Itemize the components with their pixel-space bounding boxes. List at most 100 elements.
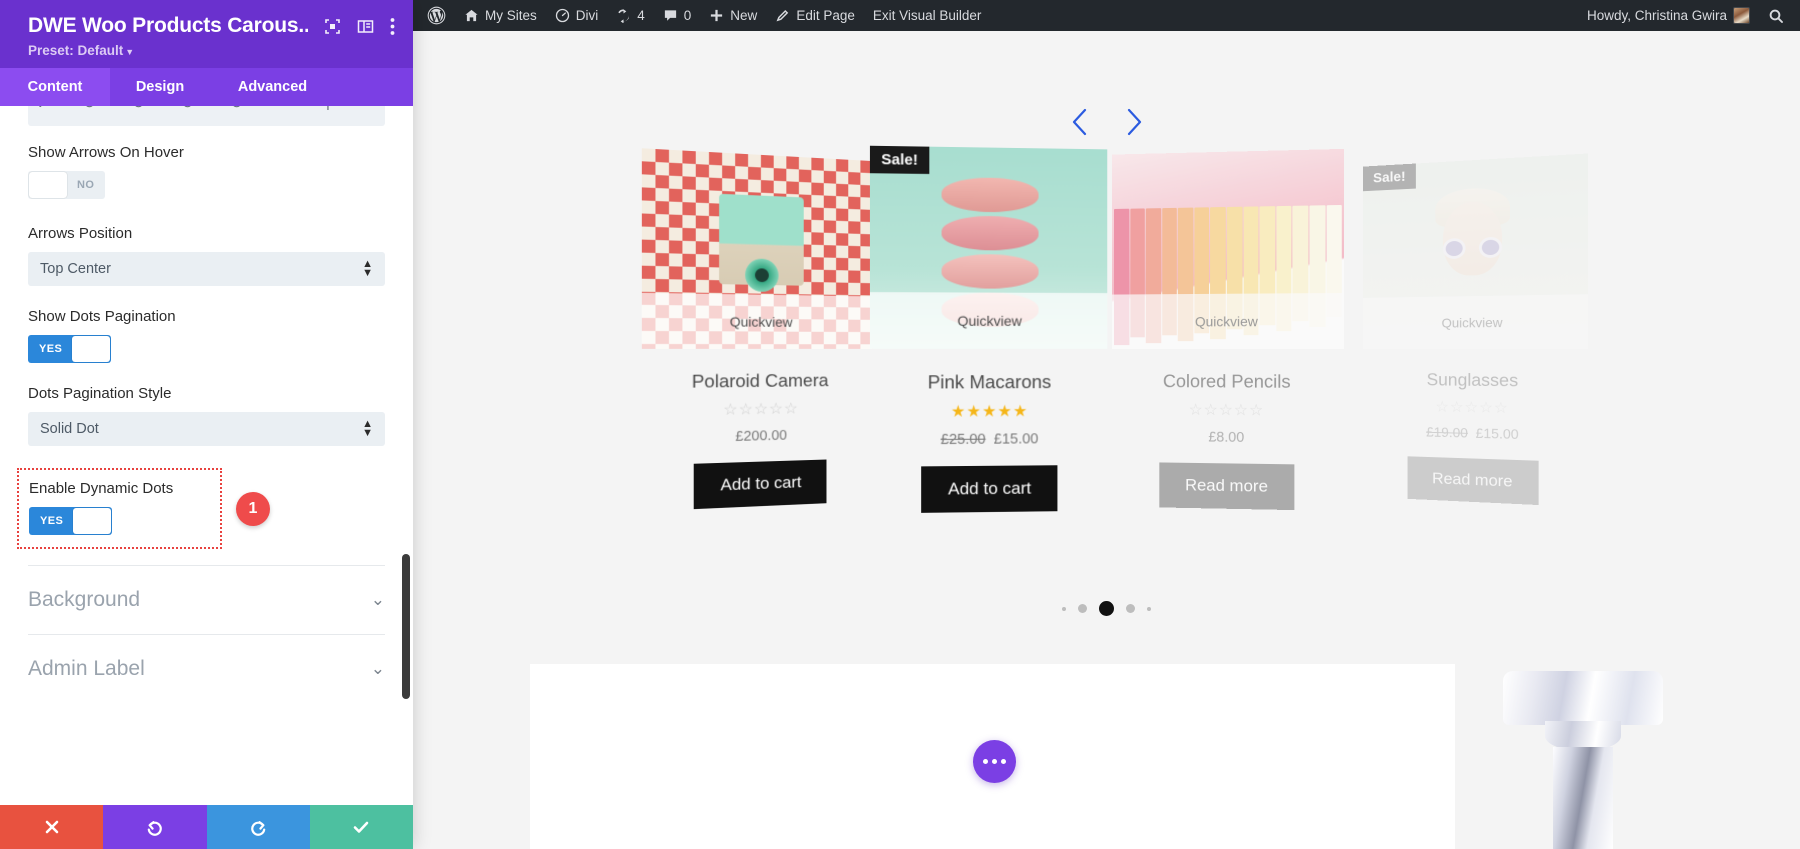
circle-icon-c[interactable]: ⊙ [230, 106, 243, 111]
toggle-knob [73, 508, 112, 534]
bar-icon[interactable]: | [326, 106, 330, 111]
product-title[interactable]: Pink Macarons [869, 371, 1106, 394]
split-view-icon[interactable] [357, 18, 374, 35]
adminbar-item-updates[interactable]: 4 [607, 0, 654, 31]
wordpress-admin-bar: My Sites Divi 4 0 New Edit Page Exit Vis… [413, 0, 1800, 31]
toggle-value: NO [77, 179, 95, 191]
close-icon[interactable]: ✕ [366, 106, 379, 111]
field-label: Show Arrows On Hover [28, 144, 184, 161]
wordpress-logo-icon[interactable] [413, 0, 455, 31]
quickview-overlay[interactable]: Quickview [641, 292, 873, 349]
product-rating: ☆☆☆☆☆ [1435, 399, 1509, 417]
carousel-dot-active[interactable] [1099, 601, 1114, 616]
select-value: Top Center [40, 261, 111, 277]
product-title[interactable]: Colored Pencils [1112, 370, 1344, 393]
chevron-left-icon[interactable] [1067, 106, 1093, 138]
arrows-position-select[interactable]: Top Center ▲ ▼ [28, 252, 385, 286]
carousel-dot[interactable] [1062, 606, 1066, 611]
product-rating: ☆☆☆☆☆ [1188, 402, 1264, 420]
field-enable-dynamic-dots: Enable Dynamic Dots YES [29, 480, 210, 535]
carousel-dot[interactable] [1078, 604, 1087, 613]
adminbar-label: Divi [575, 8, 599, 23]
product-title[interactable]: Polaroid Camera [641, 370, 873, 394]
product-card[interactable]: Sale! Quickview Pink Macarons ★★★★★ £25.… [869, 145, 1107, 514]
quickview-overlay[interactable]: Quickview [1111, 292, 1344, 349]
product-image-sunglasses[interactable]: Sale! Quickview [1362, 153, 1588, 349]
more-vertical-icon[interactable] [390, 17, 395, 36]
partial-icon-toolbar[interactable]: ⌄ ⊖ ⊙ ⊙ ⊙ ‹› | ✕ [28, 106, 385, 126]
adminbar-item-exit-visual-builder[interactable]: Exit Visual Builder [864, 0, 991, 31]
panel-tabs: Content Design Advanced [0, 68, 413, 106]
add-to-cart-button[interactable]: Add to cart [693, 459, 826, 510]
field-arrows-position: Arrows Position Top Center ▲ ▼ [28, 225, 385, 286]
carousel-dot[interactable] [1126, 604, 1135, 613]
accordion-title: Background [28, 588, 141, 611]
toggle-value: YES [40, 515, 64, 527]
field-label: Dots Pagination Style [28, 385, 172, 402]
adminbar-item-edit-page[interactable]: Edit Page [766, 0, 864, 31]
avatar [1733, 7, 1750, 24]
panel-preset-label: Preset: Default [28, 43, 124, 58]
product-rating: ★★★★★ [950, 403, 1028, 421]
accordion-background[interactable]: Background ⌄ [28, 565, 385, 634]
product-card[interactable]: Quickview Polaroid Camera ☆☆☆☆☆ £200.00 … [641, 148, 873, 511]
adminbar-item-divi[interactable]: Divi [546, 0, 608, 31]
angle-icon[interactable]: ‹› [279, 106, 289, 111]
circle-icon-b[interactable]: ⊙ [181, 106, 194, 111]
tab-content[interactable]: Content [0, 68, 110, 106]
toggle-knob [29, 172, 67, 198]
dots-pagination-style-select[interactable]: Solid Dot ▲ ▼ [28, 412, 385, 446]
undo-button[interactable] [103, 805, 207, 849]
field-label: Arrows Position [28, 225, 133, 242]
panel-scrollbar[interactable] [402, 554, 410, 699]
read-more-button[interactable]: Read more [1159, 462, 1294, 511]
add-to-cart-button[interactable]: Add to cart [921, 465, 1057, 513]
carousel-dot[interactable] [1147, 606, 1151, 611]
glass-top-shape [1503, 671, 1663, 725]
panel-preset[interactable]: Preset: Default ▼ [28, 43, 395, 58]
product-current-price: £8.00 [1207, 429, 1244, 446]
toggle-value: YES [39, 343, 63, 355]
fullscreen-icon[interactable] [324, 18, 341, 35]
adminbar-label: Edit Page [796, 8, 855, 23]
tab-design[interactable]: Design [110, 68, 210, 106]
home-icon [464, 8, 479, 23]
add-module-fab-button[interactable] [973, 740, 1016, 783]
select-value: Solid Dot [40, 421, 99, 437]
field-label: Enable Dynamic Dots [29, 480, 174, 497]
search-icon[interactable] [1759, 0, 1800, 31]
enable-dynamic-dots-toggle[interactable]: YES [29, 507, 113, 535]
product-card[interactable]: Quickview Colored Pencils ☆☆☆☆☆ £8.00 Re… [1111, 148, 1344, 511]
show-dots-pagination-toggle[interactable]: YES [28, 335, 112, 363]
chevron-right-icon[interactable] [1121, 106, 1147, 138]
product-image-polaroid-camera[interactable]: Quickview [641, 148, 873, 349]
field-show-dots-pagination: Show Dots Pagination YES [28, 308, 385, 363]
product-price: £8.00 [1112, 429, 1344, 447]
product-old-price: £25.00 [940, 431, 986, 449]
product-image-colored-pencils[interactable]: Quickview [1111, 148, 1344, 349]
save-button[interactable] [309, 805, 413, 849]
adminbar-account[interactable]: Howdy, Christina Gwira [1578, 0, 1759, 31]
product-card[interactable]: Sale! Quickview Sunglasses ☆☆☆☆☆ £19.00 … [1362, 153, 1588, 507]
accordion-admin-label[interactable]: Admin Label ⌄ [28, 634, 385, 703]
show-arrows-on-hover-toggle[interactable]: NO [28, 171, 106, 199]
read-more-button[interactable]: Read more [1407, 456, 1538, 506]
panel-action-bar [0, 805, 413, 849]
redo-button[interactable] [206, 805, 310, 849]
howdy-label: Howdy, Christina Gwira [1586, 8, 1727, 23]
cancel-button[interactable] [0, 805, 104, 849]
quickview-overlay[interactable]: Quickview [1362, 294, 1588, 349]
minus-circle-icon[interactable]: ⊖ [83, 106, 96, 111]
adminbar-item-new[interactable]: New [700, 0, 766, 31]
adminbar-label: My Sites [485, 8, 537, 23]
quickview-overlay[interactable]: Quickview [869, 292, 1107, 349]
chevron-down-icon: ▼ [125, 47, 135, 57]
tab-advanced[interactable]: Advanced [210, 68, 335, 106]
chevron-icon[interactable]: ⌄ [34, 106, 47, 111]
product-current-price: £200.00 [734, 428, 787, 445]
product-image-pink-macarons[interactable]: Sale! Quickview [869, 145, 1107, 349]
adminbar-item-my-sites[interactable]: My Sites [455, 0, 546, 31]
circle-icon-a[interactable]: ⊙ [132, 106, 145, 111]
adminbar-item-comments[interactable]: 0 [654, 0, 701, 31]
product-title[interactable]: Sunglasses [1363, 369, 1588, 392]
